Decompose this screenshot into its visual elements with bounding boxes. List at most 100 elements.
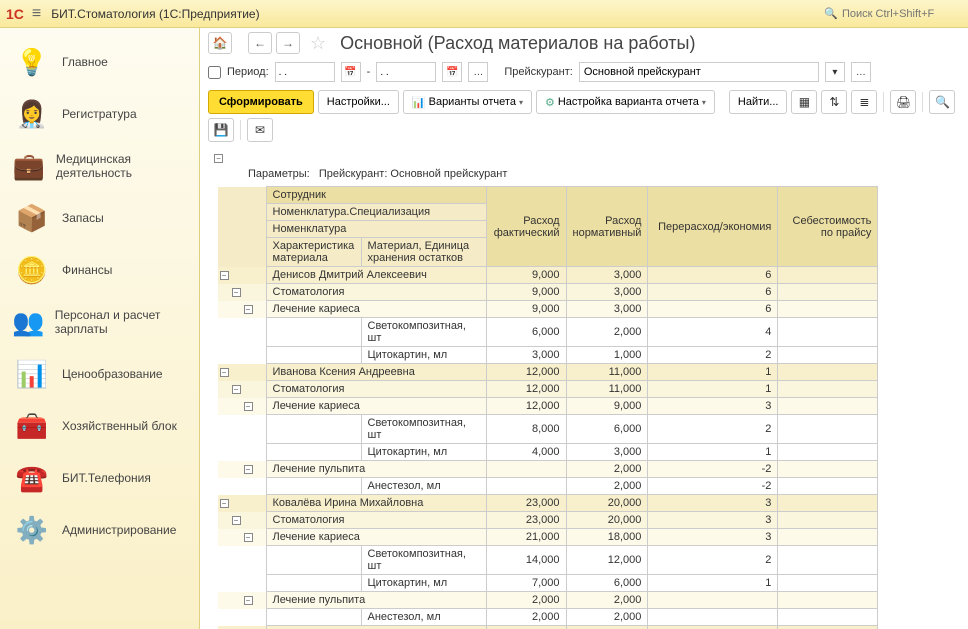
sidebar-label: БИТ.Телефония: [62, 471, 151, 485]
sidebar-item-2[interactable]: 💼Медицинская деятельность: [0, 140, 199, 192]
tree-toggle[interactable]: −: [244, 533, 253, 542]
pricelist-more-button[interactable]: …: [851, 62, 871, 82]
sidebar-item-1[interactable]: 👩‍⚕️Регистратура: [0, 88, 199, 140]
forward-button[interactable]: →: [276, 32, 300, 54]
report-variants-button[interactable]: 📊Варианты отчета▾: [403, 90, 532, 114]
sidebar-label: Регистратура: [62, 107, 137, 121]
levels-button[interactable]: ≣: [851, 90, 877, 114]
cell-norm: 11,000: [566, 364, 648, 381]
table-row[interactable]: Светокомпозитная, шт8,0006,0002: [218, 415, 878, 444]
tree-toggle[interactable]: −: [232, 385, 241, 394]
pricelist-input[interactable]: [579, 62, 819, 82]
tree-toggle[interactable]: −: [244, 596, 253, 605]
sidebar-item-0[interactable]: 💡Главное: [0, 36, 199, 88]
hdr-overrun: Перерасход/экономия: [648, 187, 778, 267]
cell-norm: 9,000: [566, 398, 648, 415]
period-checkbox[interactable]: [208, 66, 221, 79]
collapse-all-toggle[interactable]: −: [214, 154, 223, 163]
tree-toggle[interactable]: −: [232, 516, 241, 525]
row-label: Светокомпозитная, шт: [361, 318, 486, 347]
cell-cost: [778, 267, 878, 284]
table-row[interactable]: −Лечение пульпита2,000-2: [218, 461, 878, 478]
hdr-nomenclature: Номенклатура: [266, 221, 486, 238]
cell-cost: [778, 284, 878, 301]
tree-toggle[interactable]: −: [244, 305, 253, 314]
email-button[interactable]: ✉: [247, 118, 273, 142]
date-to-input[interactable]: [376, 62, 436, 82]
preview-button[interactable]: 🔍: [929, 90, 955, 114]
cell-fact: 8,000: [486, 415, 566, 444]
table-row[interactable]: −Лечение пульпита2,0002,000: [218, 592, 878, 609]
find-button[interactable]: Найти...: [729, 90, 788, 114]
calendar-from-button[interactable]: 📅: [341, 62, 361, 82]
tree-toggle[interactable]: −: [244, 402, 253, 411]
tree-toggle[interactable]: −: [244, 465, 253, 474]
cell-fact: [486, 461, 566, 478]
cell-cost: [778, 381, 878, 398]
table-row[interactable]: Анестезол, мл2,000-2: [218, 478, 878, 495]
form-button[interactable]: Сформировать: [208, 90, 314, 114]
table-row[interactable]: −Лечение кариеса9,0003,0006: [218, 301, 878, 318]
table-row[interactable]: −Ковалёва Ирина Михайловна23,00020,0003: [218, 495, 878, 512]
table-row[interactable]: −Стоматология12,00011,0001: [218, 381, 878, 398]
cell-over: 6: [648, 267, 778, 284]
table-row[interactable]: −Лечение кариеса12,0009,0003: [218, 398, 878, 415]
sidebar-label: Запасы: [62, 211, 104, 225]
sidebar-item-5[interactable]: 👥Персонал и расчет зарплаты: [0, 296, 199, 348]
cell-cost: [778, 546, 878, 575]
print-button[interactable]: 🖨: [890, 90, 916, 114]
sidebar-icon-6: 📊: [12, 354, 52, 394]
table-row[interactable]: −Стоматология9,0003,0006: [218, 284, 878, 301]
save-button[interactable]: 💾: [208, 118, 234, 142]
pricelist-drop-button[interactable]: ▾: [825, 62, 845, 82]
sidebar-item-3[interactable]: 📦Запасы: [0, 192, 199, 244]
sidebar-item-6[interactable]: 📊Ценообразование: [0, 348, 199, 400]
period-more-button[interactable]: …: [468, 62, 488, 82]
cell-cost: [778, 415, 878, 444]
cell-norm: 20,000: [566, 495, 648, 512]
table-row[interactable]: Светокомпозитная, шт6,0002,0004: [218, 318, 878, 347]
table-row[interactable]: −Иванова Ксения Андреевна12,00011,0001: [218, 364, 878, 381]
table-row[interactable]: Светокомпозитная, шт14,00012,0002: [218, 546, 878, 575]
row-label: Светокомпозитная, шт: [361, 546, 486, 575]
tree-toggle[interactable]: −: [220, 368, 229, 377]
date-from-input[interactable]: [275, 62, 335, 82]
hdr-matunit: Материал, Единица хранения остатков: [361, 238, 486, 267]
calendar-to-button[interactable]: 📅: [442, 62, 462, 82]
favorite-icon[interactable]: ☆: [310, 33, 326, 54]
cell-fact: 3,000: [486, 626, 566, 629]
logo-1c: 1С: [6, 6, 24, 22]
search-input[interactable]: [842, 8, 962, 20]
cell-cost: [778, 478, 878, 495]
table-row[interactable]: Цитокартин, мл7,0006,0001: [218, 575, 878, 592]
period-label: Период:: [227, 66, 269, 78]
table-row[interactable]: −Денисов Дмитрий Алексеевич9,0003,0006: [218, 267, 878, 284]
cell-over: 3: [648, 512, 778, 529]
row-label: Светокомпозитная, шт: [361, 415, 486, 444]
hamburger-icon[interactable]: ≡: [32, 5, 41, 23]
collapse-button[interactable]: ⇅: [821, 90, 847, 114]
home-button[interactable]: 🏠: [208, 32, 232, 54]
table-row[interactable]: −Кравцова Евгения Петровна3,0007,000-4: [218, 626, 878, 629]
table-row[interactable]: −Стоматология23,00020,0003: [218, 512, 878, 529]
table-row[interactable]: Цитокартин, мл3,0001,0002: [218, 347, 878, 364]
cell-over: -4: [648, 626, 778, 629]
row-label: Кравцова Евгения Петровна: [266, 626, 486, 629]
expand-button[interactable]: ▦: [791, 90, 817, 114]
sidebar-item-7[interactable]: 🧰Хозяйственный блок: [0, 400, 199, 452]
table-row[interactable]: Анестезол, мл2,0002,000: [218, 609, 878, 626]
variant-settings-button[interactable]: ⚙Настройка варианта отчета▾: [536, 90, 715, 114]
back-button[interactable]: ←: [248, 32, 272, 54]
table-row[interactable]: Цитокартин, мл4,0003,0001: [218, 444, 878, 461]
tree-toggle[interactable]: −: [232, 288, 241, 297]
sidebar-item-8[interactable]: ☎️БИТ.Телефония: [0, 452, 199, 504]
sidebar-item-4[interactable]: 🪙Финансы: [0, 244, 199, 296]
sidebar-item-9[interactable]: ⚙️Администрирование: [0, 504, 199, 556]
row-label: Иванова Ксения Андреевна: [266, 364, 486, 381]
table-row[interactable]: −Лечение кариеса21,00018,0003: [218, 529, 878, 546]
cell-cost: [778, 301, 878, 318]
settings-button[interactable]: Настройки...: [318, 90, 399, 114]
tree-toggle[interactable]: −: [220, 271, 229, 280]
tree-toggle[interactable]: −: [220, 499, 229, 508]
sidebar-icon-7: 🧰: [12, 406, 52, 446]
